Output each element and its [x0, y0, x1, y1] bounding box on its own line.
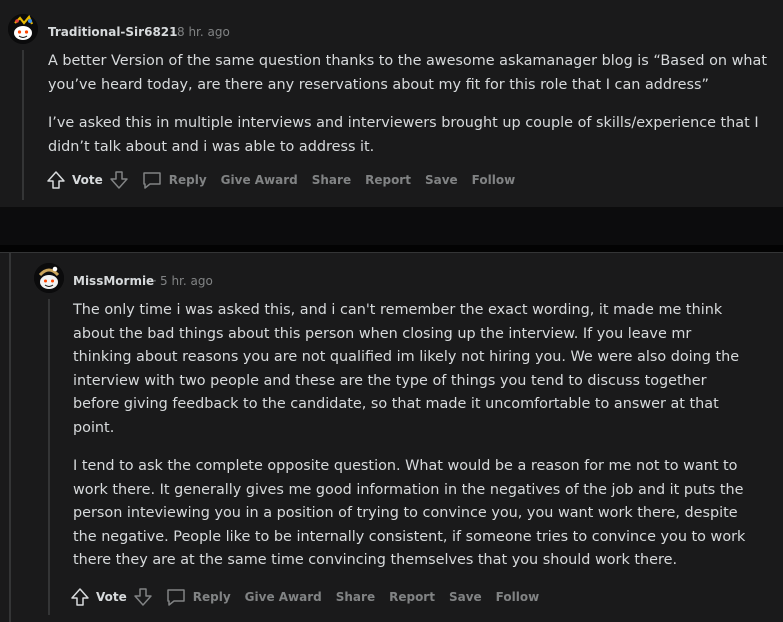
comment-body-paragraph-2: I tend to ask the complete opposite ques…: [73, 455, 745, 573]
avatar-icon[interactable]: [34, 263, 64, 293]
body-line: there they are at the same time convinci…: [73, 552, 678, 568]
separator-dot: ·: [153, 274, 157, 288]
username[interactable]: MissMormie: [73, 274, 154, 288]
body-line: I tend to ask the complete opposite ques…: [73, 458, 738, 474]
vote-count: Vote: [96, 590, 127, 604]
body-line: point.: [73, 419, 115, 436]
save-button[interactable]: Save: [449, 590, 482, 604]
thread-line[interactable]: [48, 299, 50, 615]
give-award-button[interactable]: Give Award: [245, 590, 322, 604]
follow-button[interactable]: Follow: [496, 590, 540, 604]
share-button[interactable]: Share: [336, 590, 375, 604]
comment-icon[interactable]: [141, 170, 163, 190]
comment-body-paragraph-1: The only time i was asked this, and i ca…: [73, 299, 739, 440]
body-line: interview with two people and these are …: [73, 372, 707, 389]
report-button[interactable]: Report: [389, 590, 435, 604]
avatar-icon[interactable]: [8, 14, 38, 44]
body-line: you’ve heard today, are there any reserv…: [48, 76, 709, 93]
timestamp[interactable]: 5 hr. ago: [160, 274, 213, 288]
body-line: I’ve asked this in multiple interviews a…: [48, 115, 759, 131]
body-line: A better Version of the same question th…: [48, 53, 767, 69]
parent-thread-line[interactable]: [9, 253, 11, 622]
give-award-button[interactable]: Give Award: [221, 173, 298, 187]
username[interactable]: Traditional-Sir6821: [48, 25, 178, 39]
save-button[interactable]: Save: [425, 173, 458, 187]
downvote-icon[interactable]: [109, 170, 129, 190]
follow-button[interactable]: Follow: [472, 173, 516, 187]
upvote-icon[interactable]: [70, 587, 90, 607]
reply-button[interactable]: Reply: [169, 173, 207, 187]
comment-body-paragraph-2: I’ve asked this in multiple interviews a…: [48, 112, 759, 159]
separator-dot: ·: [170, 25, 174, 39]
thread-line[interactable]: [22, 50, 24, 200]
comment-2: MissMormie · 5 hr. ago The only time i w…: [0, 252, 783, 622]
downvote-icon[interactable]: [133, 587, 153, 607]
comment-actions: Vote Reply Give Award Share Report Save …: [70, 585, 553, 609]
timestamp[interactable]: 8 hr. ago: [177, 25, 230, 39]
comment-body-paragraph-1: A better Version of the same question th…: [48, 50, 767, 97]
comment-icon[interactable]: [165, 587, 187, 607]
body-line: work there. It generally gives me good i…: [73, 481, 744, 498]
body-line: the negative. People like to be internal…: [73, 528, 746, 545]
comment-1: Traditional-Sir6821 · 8 hr. ago A better…: [0, 0, 783, 207]
body-line: about the bad things about this person w…: [73, 325, 692, 342]
report-button[interactable]: Report: [365, 173, 411, 187]
body-line: thinking about reasons you are not quali…: [73, 349, 740, 365]
body-line: person inteviewing you in a position of …: [73, 505, 738, 521]
comment-actions: Vote Reply Give Award Share Report Save …: [46, 168, 529, 192]
reply-button[interactable]: Reply: [193, 590, 231, 604]
separator-bar: [0, 245, 783, 252]
share-button[interactable]: Share: [312, 173, 351, 187]
upvote-icon[interactable]: [46, 170, 66, 190]
body-line: before giving feedback to the candidate,…: [73, 396, 719, 412]
body-line: The only time i was asked this, and i ca…: [73, 302, 723, 318]
comment-separator: [0, 207, 783, 245]
vote-count: Vote: [72, 173, 103, 187]
body-line: didn’t talk about and i was able to addr…: [48, 138, 375, 155]
